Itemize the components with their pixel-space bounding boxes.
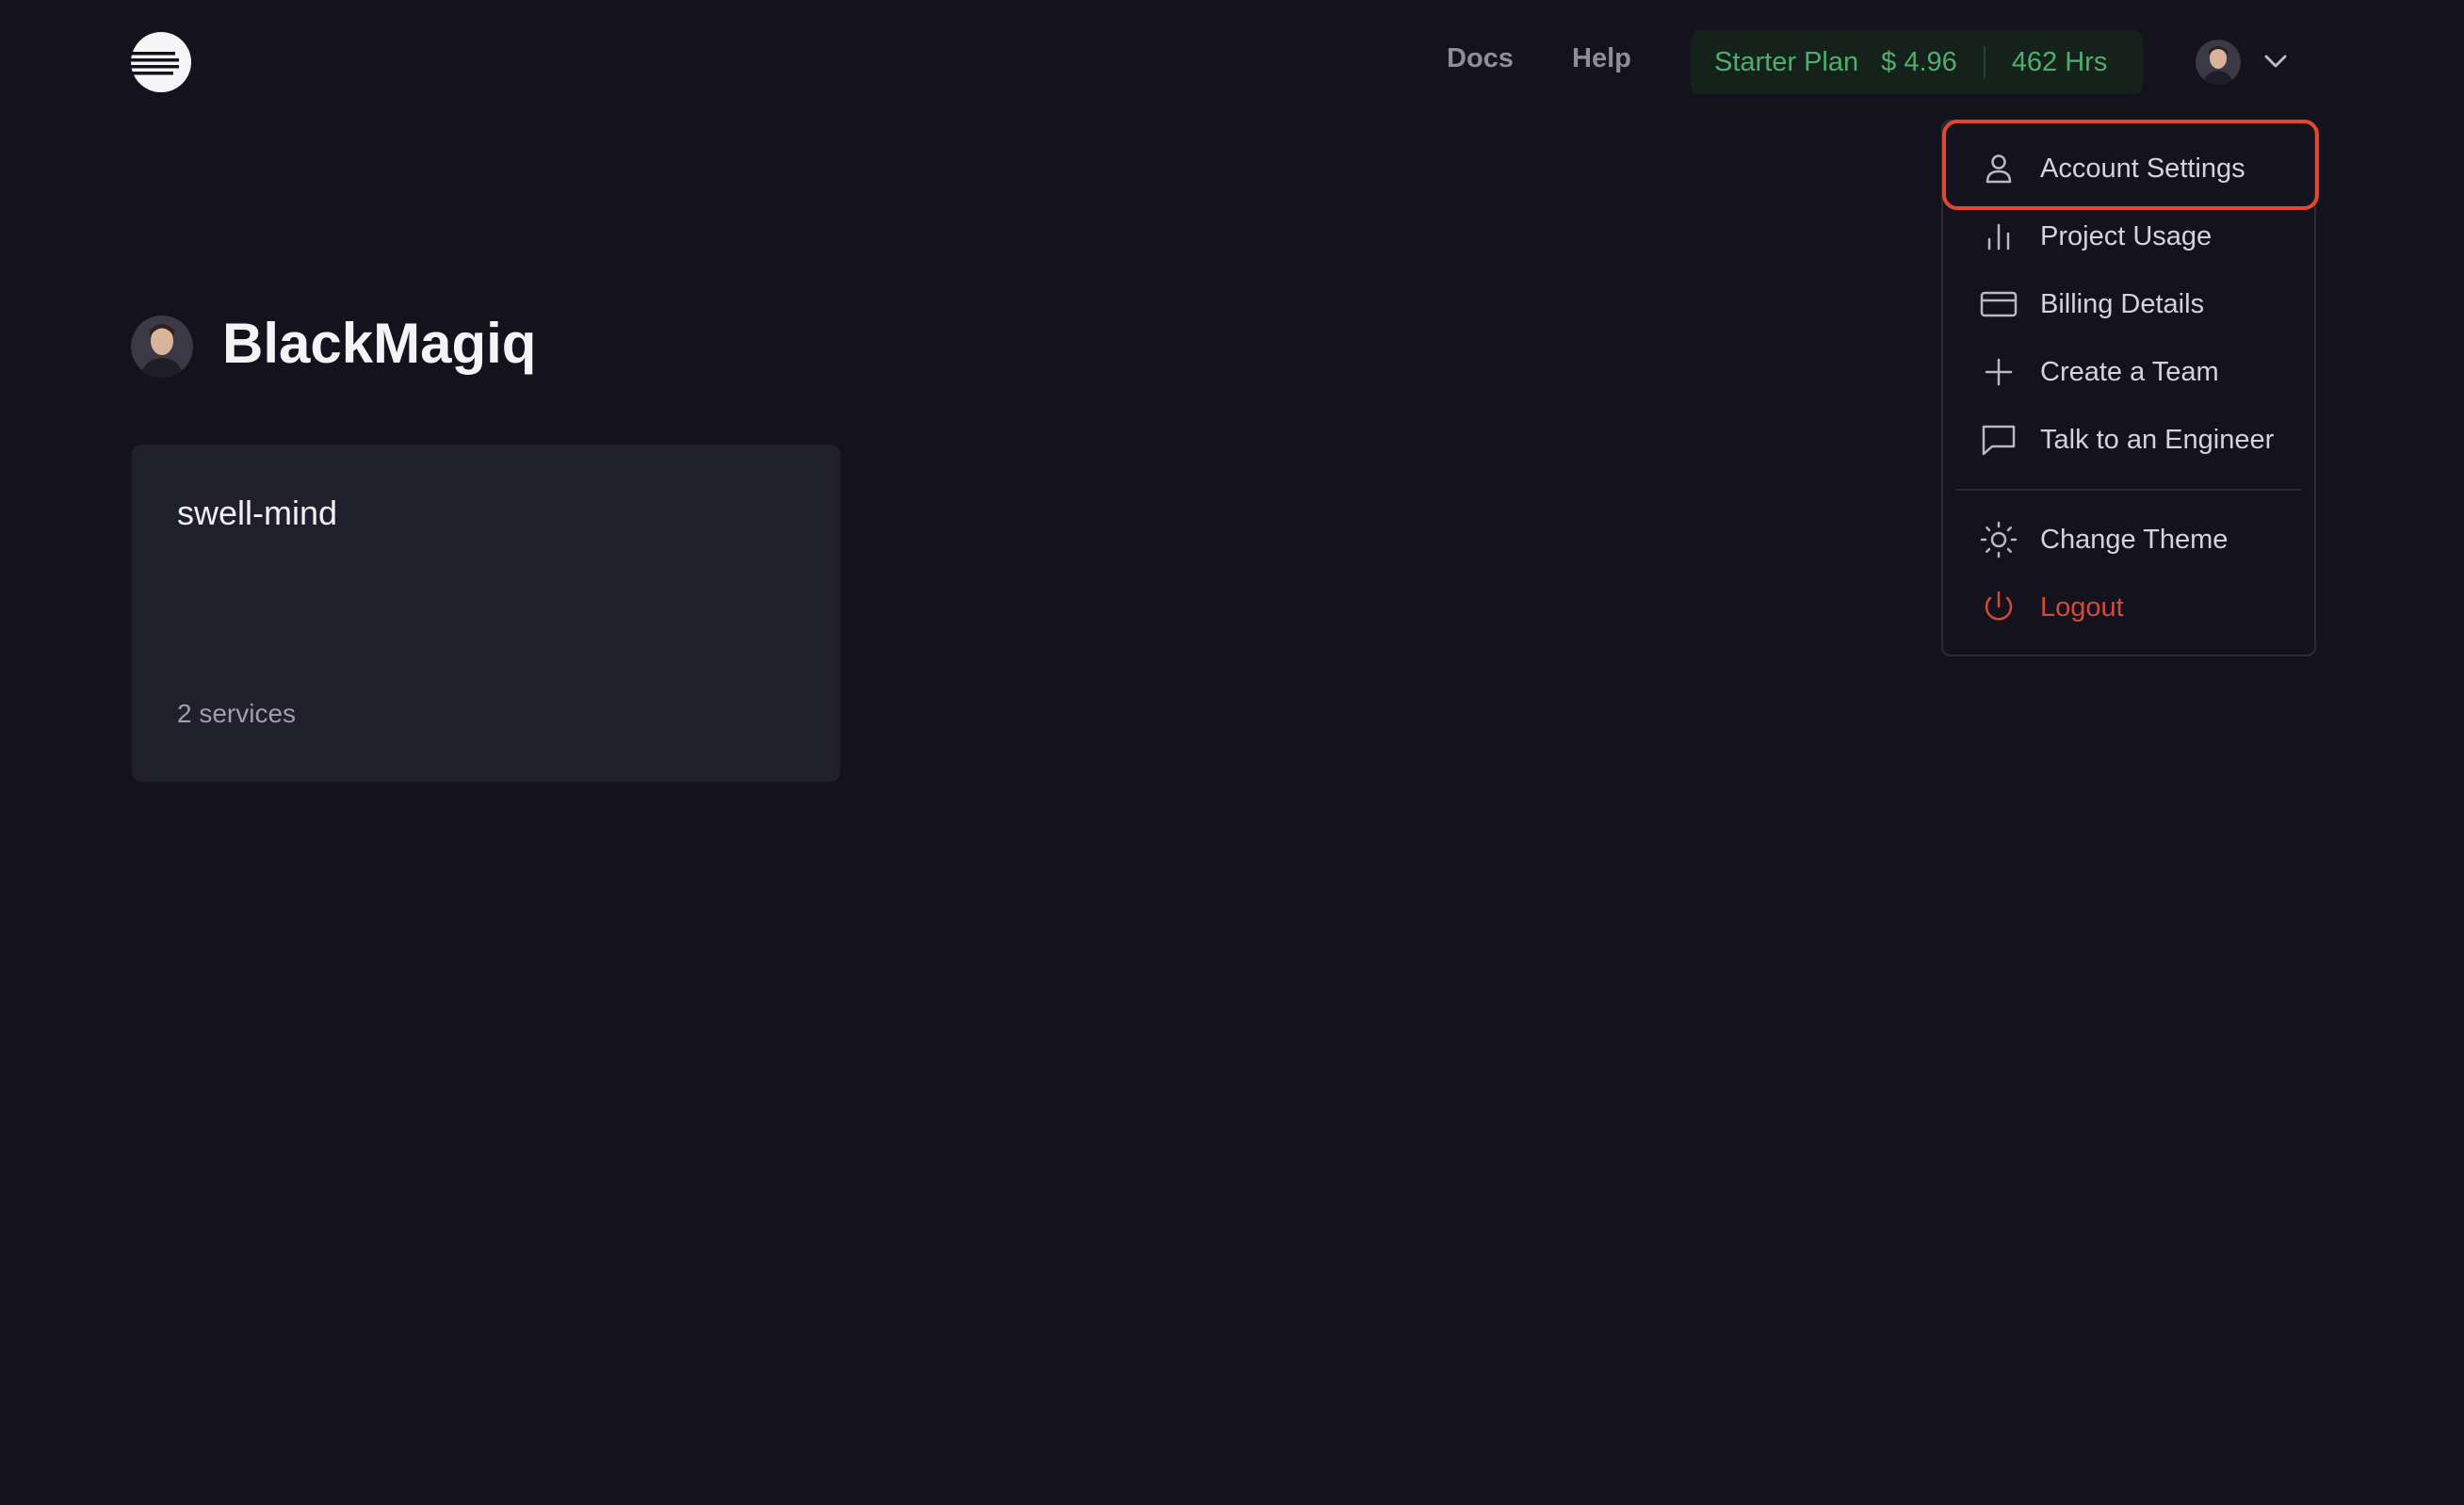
plan-hours: 462 Hrs <box>2011 46 2108 77</box>
menu-item-logout[interactable]: Logout <box>1943 574 2314 641</box>
menu-divider <box>1956 489 2301 491</box>
project-services-count: 2 services <box>177 699 297 728</box>
project-card[interactable]: swell-mind 2 services <box>132 445 840 782</box>
user-icon <box>1986 154 2012 184</box>
menu-item-label: Account Settings <box>2040 153 2245 184</box>
plan-name: Starter Plan <box>1714 46 1859 77</box>
user-dropdown-menu: Account Settings Project Usage Billing D… <box>1941 120 2316 656</box>
page-title: BlackMagiq <box>222 312 537 375</box>
plan-usage-pill[interactable]: Starter Plan $ 4.96 462 Hrs <box>1691 30 2143 94</box>
menu-item-label: Change Theme <box>2040 524 2229 555</box>
chevron-down-icon[interactable] <box>2261 49 2291 73</box>
menu-item-label: Project Usage <box>2040 220 2213 251</box>
plus-icon <box>1985 358 2013 386</box>
credit-card-icon <box>1980 291 2018 317</box>
plan-cost: $ 4.96 <box>1881 46 1957 77</box>
menu-item-billing-details[interactable]: Billing Details <box>1943 270 2314 338</box>
menu-item-project-usage[interactable]: Project Usage <box>1943 202 2314 270</box>
chat-bubble-icon <box>1982 425 2016 456</box>
menu-item-talk-engineer[interactable]: Talk to an Engineer <box>1943 406 2314 474</box>
menu-item-change-theme[interactable]: Change Theme <box>1943 506 2314 574</box>
railway-logo-icon[interactable] <box>130 31 192 93</box>
app-page: Docs Help Starter Plan $ 4.96 462 Hrs Ac… <box>0 0 2464 1505</box>
power-icon <box>1985 591 2013 621</box>
menu-item-create-team[interactable]: Create a Team <box>1943 338 2314 406</box>
project-name: swell-mind <box>177 494 338 532</box>
nav-help-link[interactable]: Help <box>1572 43 1631 74</box>
menu-item-account-settings[interactable]: Account Settings <box>1943 135 2314 202</box>
bar-chart-icon <box>1987 223 2010 251</box>
avatar-photo-icon <box>2196 40 2241 85</box>
avatar-photo-icon <box>131 316 193 378</box>
user-avatar[interactable] <box>2196 40 2241 85</box>
plan-divider <box>1983 46 1986 78</box>
sun-icon <box>1980 521 2018 558</box>
menu-item-label: Create a Team <box>2040 356 2219 387</box>
menu-item-label: Logout <box>2040 591 2124 623</box>
team-avatar <box>131 316 193 378</box>
nav-docs-link[interactable]: Docs <box>1447 43 1514 74</box>
menu-item-label: Billing Details <box>2040 288 2205 319</box>
menu-item-label: Talk to an Engineer <box>2040 424 2275 455</box>
